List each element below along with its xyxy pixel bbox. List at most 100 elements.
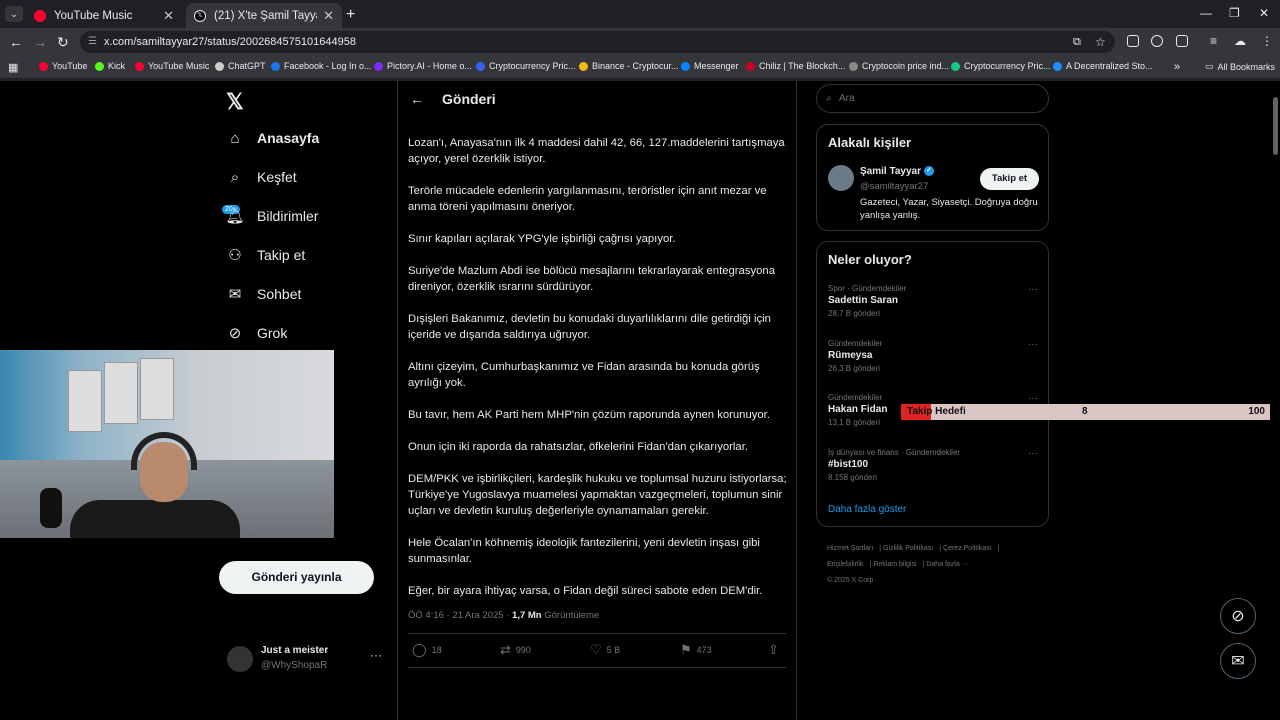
chatgpt-icon <box>215 61 224 71</box>
reply-button[interactable]: ◯ 18 <box>412 642 442 658</box>
follow-button[interactable]: Takip et <box>980 168 1039 190</box>
post-paragraph: Suriye'de Mazlum Abdi ise bölücü mesajla… <box>408 265 775 293</box>
close-tab-icon[interactable]: ✕ <box>323 8 334 24</box>
show-more-link[interactable]: Daha fazla göster <box>828 504 906 515</box>
media-icon[interactable]: ≡ <box>1210 34 1217 48</box>
trend-item[interactable]: İş dünyası ve finans · Gündemdekiler #bis… <box>828 448 1038 482</box>
maximize-icon[interactable]: ❐ <box>1229 6 1240 20</box>
more-bookmarks-icon[interactable]: » <box>1174 61 1180 73</box>
sidebar-item-chat[interactable]: ✉ Sohbet <box>226 285 302 303</box>
install-icon[interactable]: ⧉ <box>1073 31 1081 53</box>
scrollbar[interactable] <box>1270 81 1280 720</box>
account-name: Just a meister <box>261 645 329 656</box>
extension-icon[interactable] <box>1127 35 1139 47</box>
more-icon[interactable]: ··· <box>1028 284 1038 295</box>
bookmark-item[interactable]: ChatGPT <box>215 61 266 71</box>
page-title: Gönderi <box>442 91 496 107</box>
bookmark-item[interactable]: Chiliz | The Blockch... <box>746 61 845 71</box>
share-button[interactable]: ⇧ <box>768 642 784 658</box>
tab-x-post[interactable]: 𝕏 (21) X'te Şamil Tayyar: "DEM, s ✕ <box>186 3 342 28</box>
post-meta: ÖÖ 4:16 · 21 Ara 2025 · 1,7 Mn Görüntüle… <box>408 610 599 621</box>
trend-item[interactable]: Gündemdekiler Rümeysa 26,3 B gönderi ··· <box>828 339 1038 373</box>
bookmark-item[interactable]: YouTube <box>39 61 87 71</box>
person-handle: @samiltayyar27 <box>860 181 929 192</box>
bookmark-item[interactable]: Cryptocurrency Pric... <box>476 61 576 71</box>
more-icon[interactable]: ··· <box>370 648 382 662</box>
bookmark-item[interactable]: A Decentralized Sto... <box>1053 61 1153 71</box>
wall-poster <box>104 362 138 424</box>
reload-icon[interactable]: ↻ <box>57 34 69 51</box>
puzzle-icon[interactable] <box>1176 35 1188 47</box>
browser-toolbar: ← → ↻ ☰ x.com/samiltayyar27/status/20026… <box>0 28 1280 56</box>
like-button[interactable]: ♡ 5 B <box>590 642 620 658</box>
footer-link[interactable]: Çerez Politikası <box>943 545 992 552</box>
footer-link[interactable]: Erişilebilirlik <box>827 561 864 568</box>
bookmark-star-icon[interactable]: ☆ <box>1095 31 1106 53</box>
close-window-icon[interactable]: ✕ <box>1259 6 1269 20</box>
repost-button[interactable]: ⇄ 990 <box>500 642 531 658</box>
footer-links: Hizmet Şartları | Gizlilik Politikası | Çe… <box>827 545 1000 584</box>
post-button[interactable]: Gönderi yayınla <box>219 561 374 594</box>
sidebar-item-home[interactable]: ⌂ Anasayfa <box>226 129 319 147</box>
avatar <box>227 646 253 672</box>
shield-icon[interactable] <box>1151 35 1163 47</box>
bookmark-item[interactable]: Cryptocoin price ind... <box>849 61 949 71</box>
footer-link[interactable]: Daha fazla ··· <box>926 561 968 568</box>
back-icon[interactable]: ← <box>9 34 23 50</box>
tab-title: YouTube Music <box>54 9 133 22</box>
relevant-people-card: Alakalı kişiler Şamil Tayyar ✓ @samiltayy… <box>816 124 1049 231</box>
sidebar-item-label: Anasayfa <box>257 130 320 146</box>
tab-youtube-music[interactable]: YouTube Music ✕ <box>26 3 182 28</box>
more-icon[interactable]: ··· <box>1028 393 1038 404</box>
search-input[interactable]: ⌕ Ara <box>816 84 1049 113</box>
new-tab-button[interactable]: + <box>346 6 355 24</box>
youtube-icon <box>39 61 48 71</box>
sidebar-item-grok[interactable]: ⊘ Grok <box>226 324 288 342</box>
trend-item[interactable]: Spor · Gündemdekiler Sadettin Saran 28,7 B… <box>828 284 1038 318</box>
bookmark-label: Facebook - Log In o... <box>284 61 372 71</box>
bookmark-item[interactable]: Kick <box>95 61 125 71</box>
bookmark-item[interactable]: Messenger <box>681 61 739 71</box>
bookmark-item[interactable]: Binance - Cryptocur... <box>579 61 679 71</box>
search-icon: ⌕ <box>826 93 832 104</box>
sidebar-item-notifications[interactable]: 🔔︎ Bildirimler <box>225 207 318 225</box>
minimize-icon[interactable]: — <box>1200 6 1212 20</box>
reply-icon: ◯ <box>412 642 427 657</box>
bookmark-label: Pictory.AI - Home o... <box>387 61 472 71</box>
webcam-overlay <box>0 350 334 538</box>
more-icon[interactable]: ··· <box>1028 448 1038 459</box>
storage-icon <box>1053 61 1062 71</box>
bookmark-item[interactable]: Pictory.AI - Home o... <box>374 61 472 71</box>
address-bar[interactable]: ☰ x.com/samiltayyar27/status/20026845751… <box>80 31 1115 53</box>
avatar <box>828 165 854 191</box>
apps-icon[interactable]: ▦ <box>8 61 18 74</box>
sidebar-item-follow[interactable]: ⚇ Takip et <box>226 246 305 264</box>
site-info-icon[interactable]: ☰ <box>88 31 97 53</box>
footer-link[interactable]: Gizlilik Politikası <box>883 545 933 552</box>
footer-link[interactable]: Reklam bilgisi <box>873 561 916 568</box>
more-icon[interactable]: ··· <box>1028 339 1038 350</box>
close-tab-icon[interactable]: ✕ <box>163 8 174 24</box>
back-arrow-icon[interactable]: ← <box>410 91 424 107</box>
binance-icon <box>579 61 588 71</box>
x-logo-icon[interactable]: 𝕏 <box>226 89 244 115</box>
tab-search-button[interactable]: ⌄ <box>5 6 23 22</box>
card-title: Neler oluyor? <box>828 252 912 267</box>
footer-link[interactable]: Hizmet Şartları <box>827 545 873 552</box>
all-bookmarks[interactable]: ▭ All Bookmarks <box>1205 61 1275 72</box>
scrollbar-thumb[interactable] <box>1273 97 1278 155</box>
post-paragraph: Terörle mücadele edenlerin yargılanmasın… <box>408 185 767 213</box>
menu-icon[interactable]: ⋮ <box>1261 34 1273 48</box>
messages-fab-icon[interactable]: ✉ <box>1220 643 1256 679</box>
forward-icon[interactable]: → <box>33 34 47 50</box>
bookmark-item[interactable]: Cryptocurrency Pric... <box>951 61 1051 71</box>
grok-fab-icon[interactable]: ⊘ <box>1220 598 1256 634</box>
bookmark-item[interactable]: YouTube Music <box>135 61 209 71</box>
bookmark-item[interactable]: Facebook - Log In o... <box>271 61 372 71</box>
sidebar-item-explore[interactable]: ⌕ Keşfet <box>226 168 297 186</box>
profile-icon[interactable]: ☁ <box>1234 34 1246 48</box>
bookmark-button[interactable]: ⚑ 473 <box>680 642 712 658</box>
bell-icon: 🔔︎ <box>225 208 245 225</box>
search-icon: ⌕ <box>230 168 240 186</box>
account-switcher[interactable]: Just a meister @WhyShopaR ··· <box>227 644 382 674</box>
